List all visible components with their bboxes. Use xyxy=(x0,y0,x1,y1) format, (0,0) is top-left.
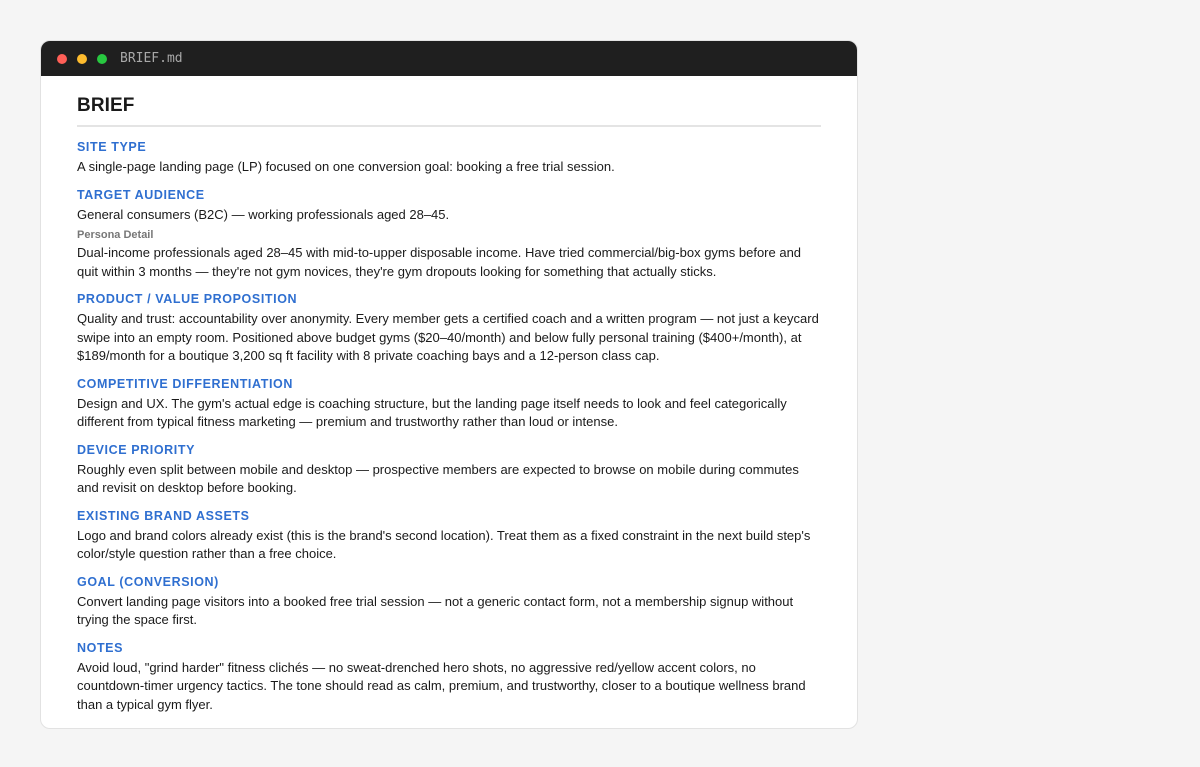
section-heading: GOAL (CONVERSION) xyxy=(77,574,219,589)
section-site-type: SITE TYPE A single-page landing page (LP… xyxy=(77,139,821,177)
section-body: A single-page landing page (LP) focused … xyxy=(77,159,615,174)
section-value-proposition: PRODUCT / VALUE PROPOSITION Quality and … xyxy=(77,291,821,366)
window-titlebar: BRIEF.md xyxy=(41,41,857,76)
section-heading: DEVICE PRIORITY xyxy=(77,442,196,457)
section-heading: NOTES xyxy=(77,640,124,655)
document-window: BRIEF.md BRIEF SITE TYPE A single-page l… xyxy=(40,40,858,729)
section-body: Convert landing page visitors into a boo… xyxy=(77,593,794,628)
section-target-audience: TARGET AUDIENCE General consumers (B2C) … xyxy=(77,187,821,282)
section-heading: PRODUCT / VALUE PROPOSITION xyxy=(77,292,298,306)
section-competitive-differentiation: COMPETITIVE DIFFERENTIATION Design and U… xyxy=(77,376,821,432)
section-body: Avoid loud, "grind harder" fitness clich… xyxy=(77,659,806,712)
minimize-window-button[interactable] xyxy=(77,53,87,64)
section-goal-conversion: GOAL (CONVERSION) Convert landing page v… xyxy=(77,574,821,630)
document-title: BRIEF xyxy=(77,95,821,127)
zoom-window-button[interactable] xyxy=(97,53,107,64)
window-title: BRIEF.md xyxy=(120,51,183,66)
section-heading: SITE TYPE xyxy=(77,140,147,154)
persona-detail-heading: Persona Detail xyxy=(77,229,154,241)
document-content: BRIEF SITE TYPE A single-page landing pa… xyxy=(41,76,857,714)
section-heading: EXISTING BRAND ASSETS xyxy=(77,508,250,523)
section-heading: TARGET AUDIENCE xyxy=(77,187,205,202)
section-heading: COMPETITIVE DIFFERENTIATION xyxy=(77,376,293,391)
section-body: General consumers (B2C) — working profes… xyxy=(77,206,450,222)
section-body: Logo and brand colors already exist (thi… xyxy=(77,527,811,562)
close-window-button[interactable] xyxy=(57,53,67,64)
section-notes: NOTES Avoid loud, "grind harder" fitness… xyxy=(77,640,821,715)
persona-detail-body: Dual-income professionals aged 28–45 wit… xyxy=(77,245,802,279)
section-body: Roughly even split between mobile and de… xyxy=(77,461,799,496)
section-body: Quality and trust: accountability over a… xyxy=(77,311,819,363)
section-existing-brand-assets: EXISTING BRAND ASSETS Logo and brand col… xyxy=(77,508,821,564)
section-body: Design and UX. The gym's actual edge is … xyxy=(77,395,787,430)
section-device-priority: DEVICE PRIORITY Roughly even split betwe… xyxy=(77,442,821,498)
